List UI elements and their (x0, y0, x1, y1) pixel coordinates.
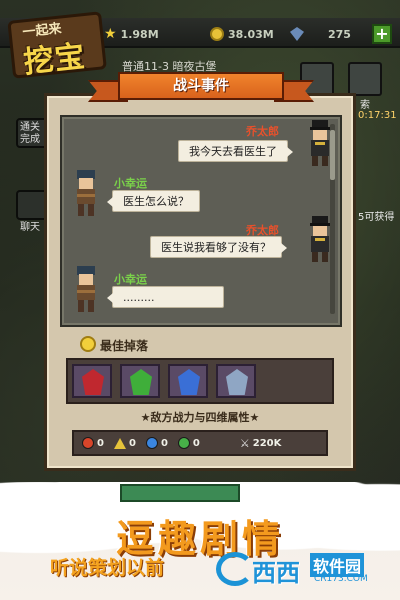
panel-title: 战斗事件 (118, 72, 284, 100)
loot-slot-1[interactable] (72, 364, 112, 398)
watermark-logo: 西西 软件园 CR173.COM (216, 550, 382, 588)
watermark-url: CR173.COM (314, 574, 368, 584)
silver-gem-icon (226, 369, 248, 395)
stat-wind: 0 (177, 437, 200, 449)
loot-slot-2[interactable] (120, 364, 160, 398)
promo-subline: 听说策划以前 (50, 557, 165, 579)
stat-power: ⚔ 220K (240, 437, 282, 450)
gold-counter: ★ 1.98M (104, 26, 159, 42)
green-gem-icon (130, 369, 152, 395)
stone-counter: 38.03M (210, 26, 274, 42)
side-reward-label: 5可获得 (358, 212, 395, 223)
stat-value: 0 (160, 437, 168, 449)
red-gem-icon (82, 369, 104, 395)
sword-icon: ⚔ (239, 436, 250, 450)
search-map-icon[interactable] (348, 62, 382, 96)
avatar-xiaoxingyun (68, 168, 104, 218)
side-timer: 0:17:31 (358, 110, 397, 121)
gem-counter: 275 (290, 26, 351, 42)
chat-bubble: 医生说我看够了没有？ (150, 236, 287, 258)
best-drop-title: 最佳掉落 (100, 339, 149, 353)
fire-icon (82, 437, 94, 449)
coin-icon (80, 336, 96, 352)
speaker-name: 小幸运 (114, 177, 147, 190)
gold-value: 1.98M (120, 27, 159, 41)
loot-slot-3[interactable] (168, 364, 208, 398)
speaker-name: 小幸运 (114, 273, 147, 286)
earth-icon (113, 437, 126, 449)
stat-fire: 0 (82, 437, 104, 449)
diamond-icon (290, 27, 304, 41)
stones-value: 38.03M (228, 27, 274, 41)
stat-earth: 0 (113, 437, 136, 449)
stat-value: 0 (97, 437, 104, 449)
chat-label: 聊天 (20, 222, 40, 233)
gems-value: 275 (328, 27, 351, 41)
add-currency-button[interactable]: + (372, 24, 392, 44)
logo-line2: 挖宝 (21, 39, 88, 81)
stone-coin-icon (210, 27, 224, 41)
loot-slot-4[interactable] (216, 364, 256, 398)
watermark-mark-icon (216, 552, 254, 586)
stat-water: 0 (145, 437, 168, 449)
wind-icon (177, 437, 190, 449)
side-label: 索 (360, 100, 370, 111)
panel-title-ribbon: 战斗事件 (88, 70, 314, 106)
confirm-button[interactable] (120, 484, 240, 502)
blue-gem-icon (178, 369, 200, 395)
power-value: 220K (252, 437, 282, 449)
stat-value: 0 (128, 437, 136, 449)
quest-status-label: 完成 (20, 134, 40, 145)
enemy-stats-title: ★敌方战力与四维属性★ (140, 411, 260, 424)
avatar-qiaotailang (302, 214, 338, 264)
chat-bubble: ......... (107, 286, 224, 308)
speaker-name: 乔太郎 (246, 125, 279, 138)
avatar-qiaotailang (302, 118, 338, 168)
chat-bubble: 我今天去看医生了 (178, 140, 293, 162)
stat-value: 0 (192, 437, 200, 449)
water-icon (145, 437, 158, 449)
watermark-brand: 西西 (252, 559, 300, 587)
chat-bubble: 医生怎么说？ (107, 190, 200, 212)
enemy-stats-bar: 0 0 0 0 ⚔ 220K (72, 430, 328, 456)
avatar-xiaoxingyun (68, 264, 104, 314)
